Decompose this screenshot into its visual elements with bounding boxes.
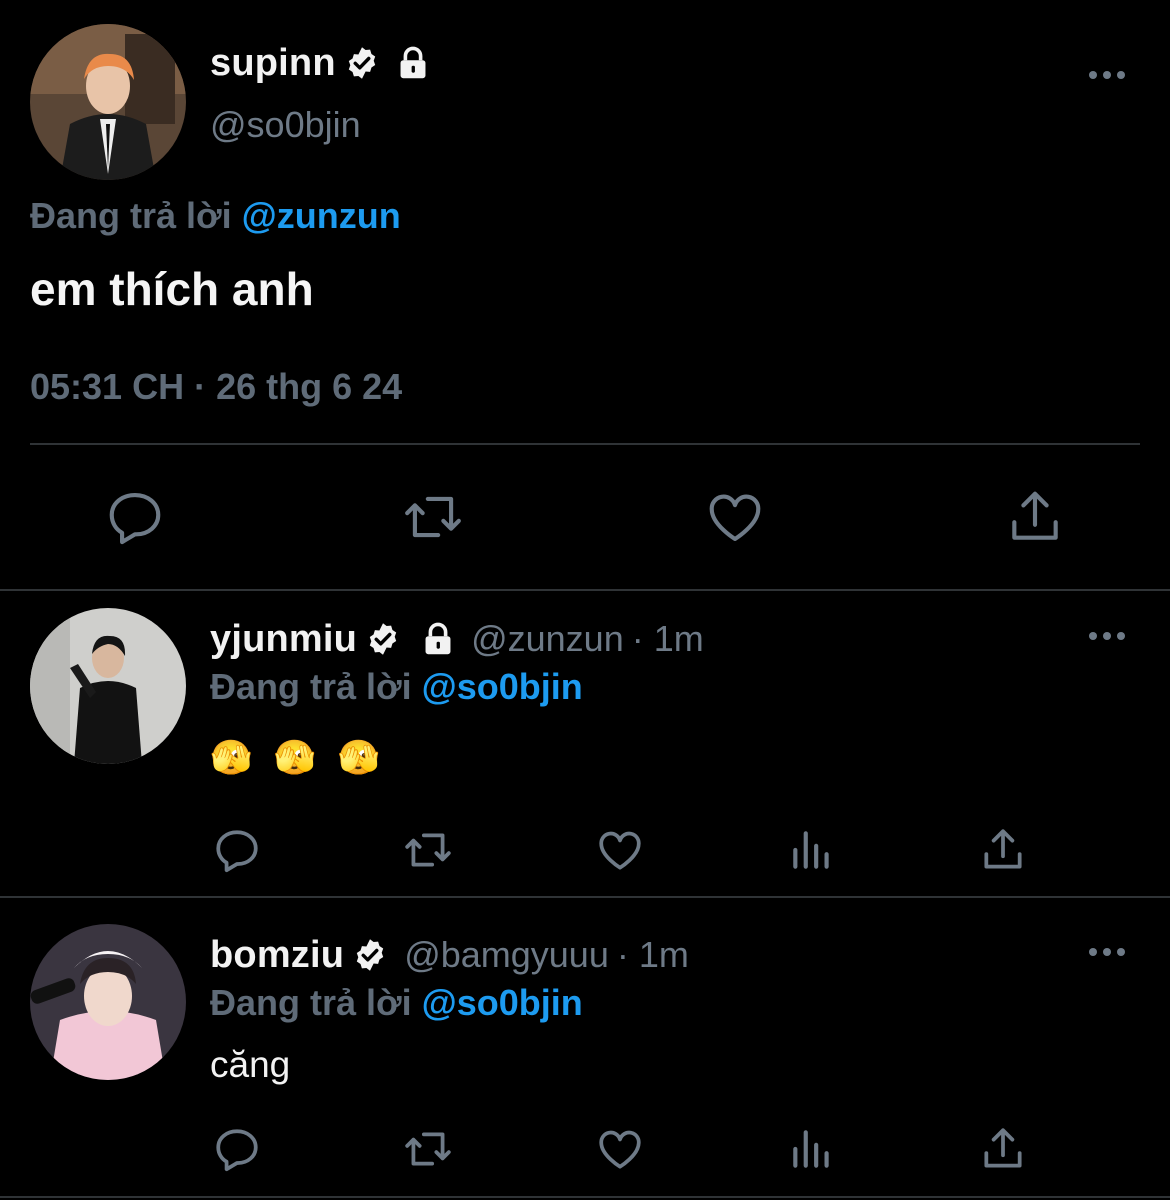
reply-button[interactable] bbox=[212, 825, 262, 875]
heart-icon bbox=[599, 831, 641, 870]
author-row: yjunmiu @zunzun · 1m bbox=[210, 616, 704, 662]
replying-to: Đang trả lời @so0bjin bbox=[210, 982, 583, 1024]
reply-icon bbox=[216, 830, 258, 873]
avatar-image bbox=[30, 24, 186, 180]
heart-icon bbox=[709, 494, 761, 542]
retweet-button[interactable] bbox=[403, 825, 453, 875]
verified-badge-icon bbox=[356, 939, 384, 971]
like-button[interactable] bbox=[595, 825, 645, 875]
replying-to-link[interactable]: @so0bjin bbox=[422, 982, 583, 1023]
display-name[interactable]: bomziu bbox=[210, 934, 344, 977]
verified-badge-icon bbox=[369, 623, 397, 655]
lock-icon bbox=[400, 46, 426, 79]
views-button[interactable] bbox=[787, 825, 837, 875]
share-button[interactable] bbox=[1004, 486, 1066, 548]
retweet-button[interactable] bbox=[403, 1124, 453, 1174]
divider bbox=[0, 896, 1170, 898]
views-icon bbox=[793, 1130, 829, 1168]
timestamp[interactable]: 05:31 CH · 26 thg 6 24 bbox=[30, 366, 402, 408]
handle[interactable]: @zunzun bbox=[471, 618, 624, 660]
replying-label: Đang trả lời bbox=[210, 982, 412, 1023]
author-row: supinn bbox=[210, 40, 430, 86]
share-button[interactable] bbox=[978, 825, 1028, 875]
reply-button[interactable] bbox=[104, 486, 166, 548]
avatar-image bbox=[30, 608, 186, 764]
display-name[interactable]: yjunmiu bbox=[210, 618, 357, 661]
timestamp[interactable]: · 1m bbox=[632, 618, 704, 660]
handle[interactable]: @so0bjin bbox=[210, 104, 361, 146]
avatar-image bbox=[30, 924, 186, 1080]
more-icon[interactable] bbox=[1087, 630, 1127, 642]
share-icon bbox=[1012, 491, 1058, 540]
divider bbox=[0, 589, 1170, 591]
retweet-icon bbox=[405, 1132, 451, 1166]
retweet-icon bbox=[405, 496, 461, 538]
more-icon[interactable] bbox=[1087, 69, 1127, 81]
replying-to-link[interactable]: @zunzun bbox=[242, 195, 401, 236]
timestamp[interactable]: · 1m bbox=[617, 934, 689, 976]
replying-label: Đang trả lời bbox=[210, 666, 412, 707]
avatar[interactable] bbox=[30, 24, 186, 180]
divider bbox=[0, 1196, 1170, 1198]
tweet-text: 🫣 🫣 🫣 bbox=[210, 739, 386, 777]
reply-icon bbox=[216, 1129, 258, 1172]
avatar[interactable] bbox=[30, 924, 186, 1080]
share-icon bbox=[984, 829, 1022, 869]
replying-to: Đang trả lời @zunzun bbox=[30, 195, 401, 237]
views-icon bbox=[793, 831, 829, 869]
handle[interactable]: @bamgyuuu bbox=[404, 934, 609, 976]
views-button[interactable] bbox=[787, 1124, 837, 1174]
like-button[interactable] bbox=[704, 486, 766, 548]
verified-badge-icon bbox=[348, 47, 375, 79]
tweet-text: căng bbox=[210, 1044, 291, 1085]
retweet-icon bbox=[405, 833, 451, 867]
like-button[interactable] bbox=[595, 1124, 645, 1174]
retweet-button[interactable] bbox=[402, 486, 464, 548]
share-button[interactable] bbox=[978, 1124, 1028, 1174]
replying-to-link[interactable]: @so0bjin bbox=[422, 666, 583, 707]
replying-to: Đang trả lời @so0bjin bbox=[210, 666, 583, 708]
reply-button[interactable] bbox=[212, 1124, 262, 1174]
tweet-text: em thích anh bbox=[30, 263, 314, 315]
reply-icon bbox=[109, 492, 161, 545]
avatar[interactable] bbox=[30, 608, 186, 764]
more-icon[interactable] bbox=[1087, 946, 1127, 958]
lock-icon bbox=[425, 622, 451, 655]
author-row: bomziu @bamgyuuu · 1m bbox=[210, 932, 689, 978]
replying-label: Đang trả lời bbox=[30, 195, 232, 236]
display-name[interactable]: supinn bbox=[210, 42, 336, 85]
share-icon bbox=[984, 1128, 1022, 1168]
divider bbox=[30, 443, 1140, 445]
heart-icon bbox=[599, 1130, 641, 1169]
